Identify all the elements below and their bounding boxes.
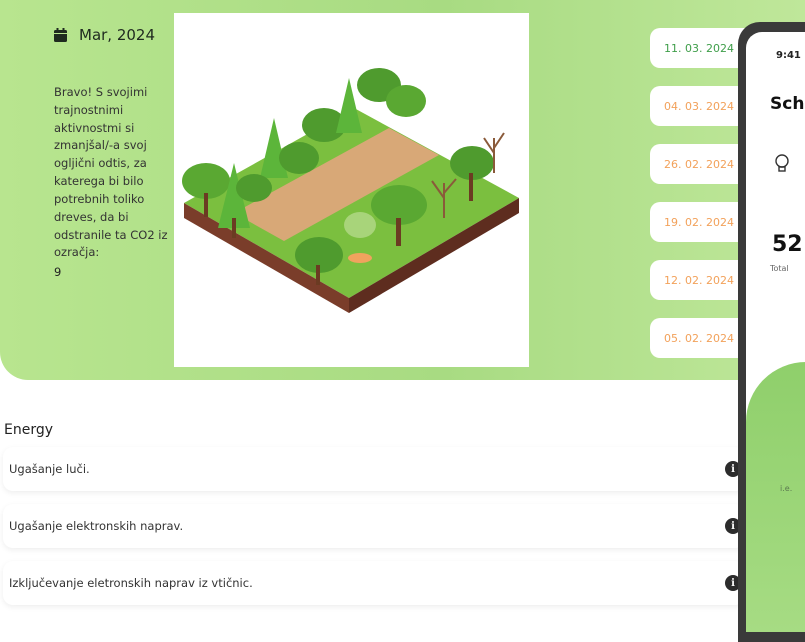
phone-wave	[746, 362, 805, 632]
phone-time: 9:41	[776, 50, 801, 61]
task-row[interactable]: Izključevanje eletronskih naprav iz vtič…	[3, 561, 745, 605]
calendar-icon	[54, 28, 67, 42]
phone-title: Sch	[770, 94, 805, 114]
month-label: Mar, 2024	[79, 26, 156, 44]
task-row[interactable]: Ugašanje luči. i	[3, 447, 745, 491]
phone-value: 52	[772, 232, 803, 257]
month-header: Mar, 2024	[54, 26, 155, 44]
achievement-text: Bravo! S svojimi trajnostnimi aktivnostm…	[54, 85, 168, 260]
task-row[interactable]: Ugašanje elektronskih naprav. i	[3, 504, 745, 548]
phone-ie-label: i.e.	[780, 484, 793, 493]
forest-image	[182, 68, 519, 313]
hero-panel: Mar, 2024 Bravo! S svojimi trajnostnimi …	[0, 0, 805, 380]
phone-screen: 9:41 Sch 52 Total i.e.	[746, 32, 805, 632]
task-list: Ugašanje luči. i Ugašanje elektronskih n…	[3, 447, 745, 618]
achievement-message: Bravo! S svojimi trajnostnimi aktivnostm…	[54, 84, 174, 282]
phone-total-label: Total	[770, 264, 789, 273]
section-title: Energy	[4, 422, 54, 438]
forest-illustration	[174, 13, 529, 367]
task-label: Ugašanje luči.	[9, 462, 90, 476]
task-label: Ugašanje elektronskih naprav.	[9, 519, 184, 533]
tree-count: 9	[54, 265, 62, 280]
task-label: Izključevanje eletronskih naprav iz vtič…	[9, 576, 253, 590]
lightbulb-icon	[775, 154, 789, 172]
